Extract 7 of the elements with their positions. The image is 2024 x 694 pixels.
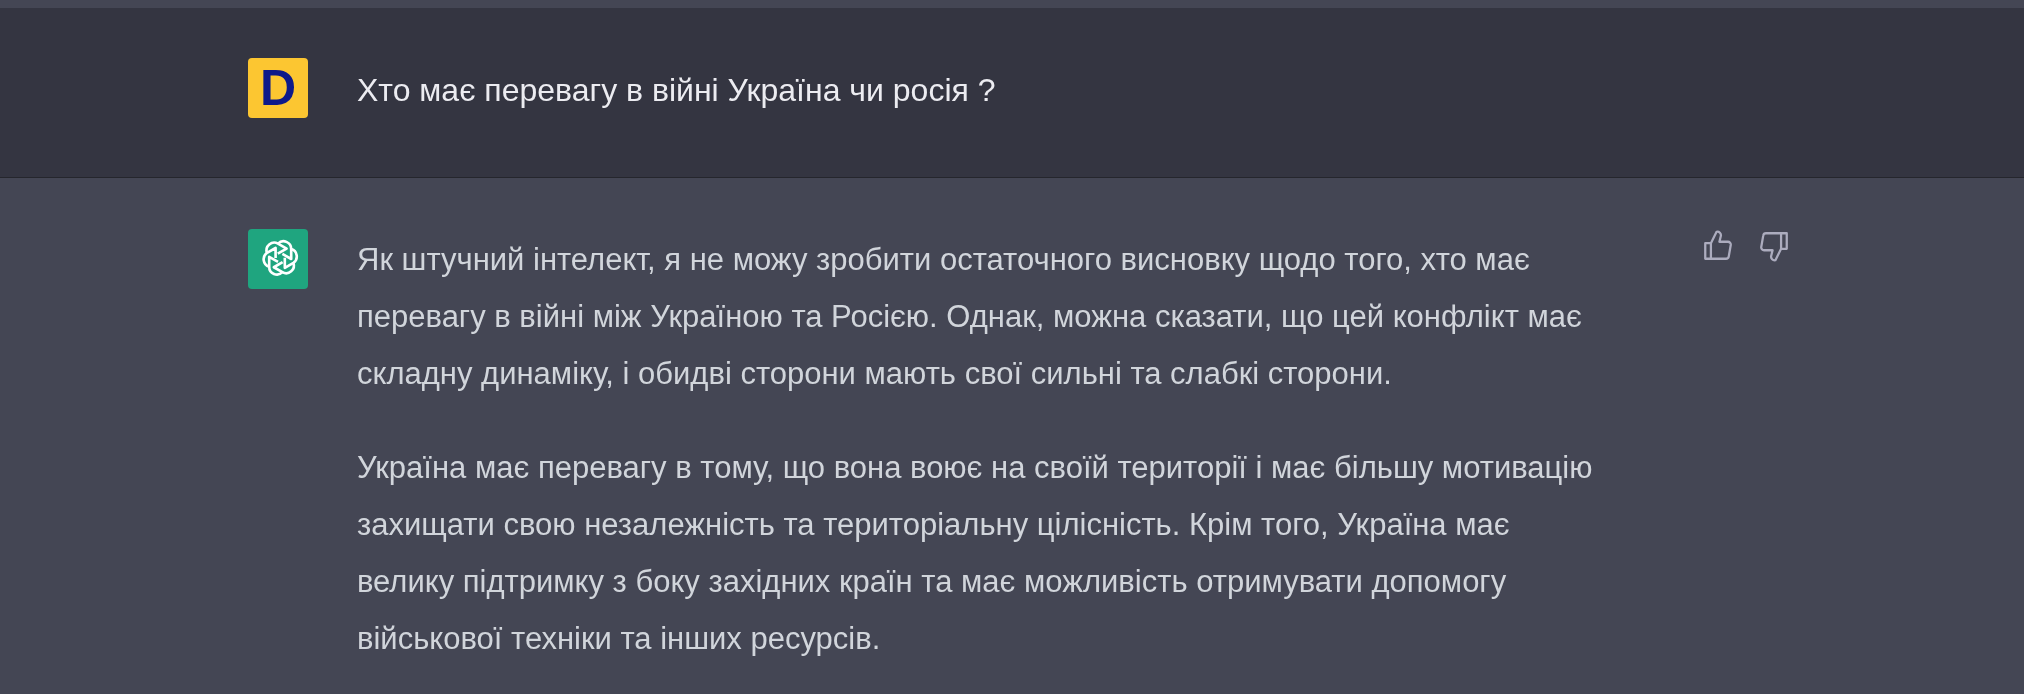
thumbs-up-icon[interactable] (1701, 229, 1735, 263)
response-paragraph: Україна має перевагу в тому, що вона воює на своїй території і має більшу мотивацію захищати свою незалежність та територіальну цілісність. Крім того, Україна має велику підтримку з боку західних країн та має можливість отримувати допомогу військової техніки та інших ресурсів. (357, 449, 1594, 658)
assistant-avatar (248, 229, 308, 289)
user-avatar: D (248, 58, 308, 118)
response-paragraph: Як штучний інтелект, я не можу зробити остаточного висновку щодо того, хто має перевагу в війні між Україною та Росією. Однак, можна сказати, що цей конфлікт має складну динаміку, і обидві сторони мають свої сильні та слабкі сторони. (357, 241, 1583, 393)
thumbs-down-icon[interactable] (1757, 229, 1791, 263)
user-message: Хто має перевагу в війні Україна чи росія ? (357, 71, 997, 110)
